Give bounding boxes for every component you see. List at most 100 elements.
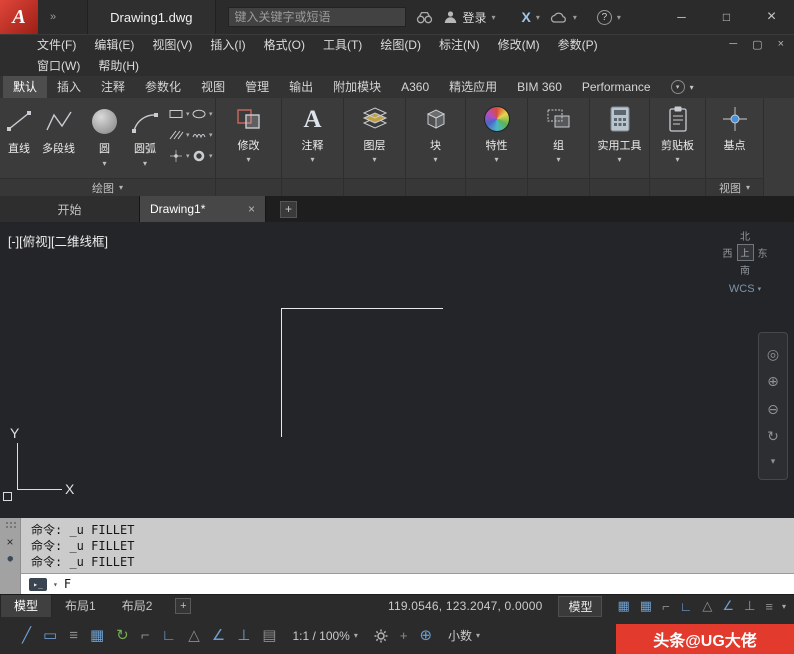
viewport-controls-label[interactable]: [-][俯视][二维线框] <box>8 231 108 250</box>
drawn-line-horizontal[interactable] <box>281 308 443 309</box>
navbar-more-icon[interactable]: ▾ <box>771 456 776 466</box>
ribbon-tab-annotate[interactable]: 注释 <box>91 76 135 98</box>
command-input-text[interactable]: F <box>64 577 71 591</box>
drawing-tab-close-icon[interactable]: × <box>248 202 255 216</box>
viewcube-south-label[interactable]: 南 <box>740 262 750 277</box>
layout-tab-layout1[interactable]: 布局1 <box>52 595 109 618</box>
basepoint-button[interactable]: 基点 <box>706 103 764 155</box>
utilities-caret-icon[interactable]: ▾ <box>617 155 621 164</box>
crosshair-target-icon[interactable]: ⊕ <box>419 628 432 643</box>
user-icon[interactable] <box>443 10 458 24</box>
utilities-panel-footer[interactable] <box>590 178 649 196</box>
line-button[interactable]: 直线 <box>4 105 34 156</box>
view-panel-footer[interactable]: 视图 ▾ <box>706 178 763 196</box>
block-panel-footer[interactable] <box>406 178 465 196</box>
customization-gear-icon[interactable] <box>374 629 388 643</box>
doc-minimize-icon[interactable]: ─ <box>729 38 737 51</box>
circle-button[interactable]: 圆 ▾ <box>92 105 117 168</box>
infer-constraints-toggle[interactable]: ⌐ <box>141 628 150 643</box>
file-tab-start[interactable]: 开始 <box>0 196 140 222</box>
layout-tab-model[interactable]: 模型 <box>0 594 53 618</box>
status-expand-caret-icon[interactable]: ▾ <box>782 602 786 611</box>
viewcube[interactable]: 北 西 上 东 南 WCS ▾ <box>712 228 778 295</box>
modify-caret-icon[interactable]: ▾ <box>246 155 250 164</box>
dynamic-ucs-toggle[interactable]: ↻ <box>116 628 129 643</box>
maximize-button[interactable]: □ <box>704 0 749 34</box>
snap-mode-toggle[interactable]: ╱ <box>22 628 31 643</box>
ribbon-tab-bim360[interactable]: BIM 360 <box>507 76 572 98</box>
ribbon-tab-featured-apps[interactable]: 精选应用 <box>439 76 507 98</box>
donut-tool-icon[interactable]: ▾ <box>191 150 214 162</box>
a360-x-icon[interactable]: X <box>522 9 531 25</box>
doc-close-icon[interactable]: × <box>778 38 784 51</box>
annotate-caret-icon[interactable]: ▾ <box>310 155 314 164</box>
group-button[interactable]: 组 ▾ <box>530 103 588 164</box>
clipboard-caret-icon[interactable]: ▾ <box>675 155 679 164</box>
menu-help[interactable]: 帮助(H) <box>89 56 148 77</box>
menu-window[interactable]: 窗口(W) <box>28 56 89 77</box>
menu-parametric[interactable]: 参数(P) <box>549 35 607 56</box>
osnap-tracking-toggle[interactable]: ∠ <box>212 628 225 643</box>
command-input-row[interactable]: ▸_ ▾ F <box>21 573 794 594</box>
modify-panel-footer[interactable] <box>216 178 281 196</box>
arc-button[interactable]: 圆弧 ▾ <box>130 105 160 168</box>
viewcube-north-label[interactable]: 北 <box>740 228 750 243</box>
menu-draw[interactable]: 绘图(D) <box>371 35 430 56</box>
add-status-tool-icon[interactable]: + <box>400 629 408 642</box>
ribbon-tab-parametric[interactable]: 参数化 <box>135 76 191 98</box>
annotation-scale-icon[interactable]: ≡ <box>765 599 773 614</box>
recent-commands-caret-icon[interactable]: ▾ <box>53 580 58 589</box>
rectangle-tool-icon[interactable]: ▾ <box>168 108 191 120</box>
ortho-icon[interactable]: ∟ <box>680 599 693 614</box>
polar-tracking-toggle[interactable]: ∟ <box>162 628 177 643</box>
ribbon-options-caret-icon[interactable]: ▾ <box>690 83 694 92</box>
doc-restore-icon[interactable]: ▢ <box>752 38 762 51</box>
pan-zoom-in-icon[interactable]: ⊕ <box>767 374 779 388</box>
ribbon-options-button[interactable]: ▾ ▾ <box>670 76 694 98</box>
ortho-mode-toggle[interactable]: ≡ <box>69 628 78 643</box>
model-space-button[interactable]: 模型 <box>558 595 603 617</box>
osnap-icon[interactable]: ⊥ <box>744 598 755 614</box>
viewcube-top-face[interactable]: 上 <box>736 244 754 261</box>
command-customize-wrench-icon[interactable] <box>4 555 17 568</box>
grid-display-toggle[interactable]: ▦ <box>90 628 104 643</box>
block-caret-icon[interactable]: ▾ <box>433 155 437 164</box>
minimize-button[interactable]: ─ <box>659 0 704 34</box>
ribbon-tab-performance[interactable]: Performance <box>572 76 661 98</box>
help-icon[interactable]: ? <box>596 9 612 25</box>
hatch-tool-icon[interactable]: ▾ <box>168 129 191 141</box>
ribbon-tab-manage[interactable]: 管理 <box>235 76 279 98</box>
circle-caret-icon[interactable]: ▾ <box>102 159 106 168</box>
drawing-canvas[interactable]: [-][俯视][二维线框] 北 西 上 东 南 WCS ▾ ◎ ⊕ ⊖ ↻ ▾ <box>0 222 794 518</box>
new-layout-button[interactable]: + <box>175 598 192 614</box>
close-button[interactable]: × <box>749 0 794 34</box>
menu-insert[interactable]: 插入(I) <box>201 35 254 56</box>
viewcube-west-label[interactable]: 西 <box>723 245 733 260</box>
block-button[interactable]: 块 ▾ <box>407 103 465 164</box>
orbit-icon[interactable]: ↻ <box>767 429 779 443</box>
app-menu-button[interactable]: A <box>0 0 38 34</box>
signin-button[interactable]: 登录 <box>463 9 487 26</box>
grid-icon[interactable]: ▦ <box>617 598 629 614</box>
command-prompt-icon[interactable]: ▸_ <box>29 577 47 591</box>
infer-constraints-icon[interactable]: ⌐ <box>662 599 670 614</box>
lineweight-toggle[interactable]: ▤ <box>262 628 276 643</box>
menu-file[interactable]: 文件(F) <box>28 35 85 56</box>
layout-tab-layout2[interactable]: 布局2 <box>109 595 166 618</box>
new-drawing-button[interactable]: + <box>280 200 297 218</box>
point-tool-icon[interactable]: ▾ <box>168 150 191 162</box>
properties-caret-icon[interactable]: ▾ <box>494 155 498 164</box>
drawn-line-vertical[interactable] <box>281 308 282 437</box>
ribbon-tab-output[interactable]: 输出 <box>279 76 323 98</box>
cloud-caret-icon[interactable]: ▾ <box>573 13 577 22</box>
clipboard-button[interactable]: 剪贴板 ▾ <box>649 103 707 164</box>
properties-panel-footer[interactable] <box>466 178 527 196</box>
view-panel-expand-icon[interactable]: ▾ <box>746 183 750 192</box>
snap-icon[interactable]: ▦ <box>640 598 652 614</box>
ellipse-tool-icon[interactable]: ▾ <box>191 108 214 120</box>
isometric-draft-toggle[interactable]: △ <box>188 628 200 643</box>
ribbon-tab-insert[interactable]: 插入 <box>47 76 91 98</box>
search-icon[interactable] <box>416 11 433 24</box>
ribbon-tab-a360[interactable]: A360 <box>391 76 439 98</box>
navigation-wheel-icon[interactable]: ◎ <box>767 347 779 361</box>
